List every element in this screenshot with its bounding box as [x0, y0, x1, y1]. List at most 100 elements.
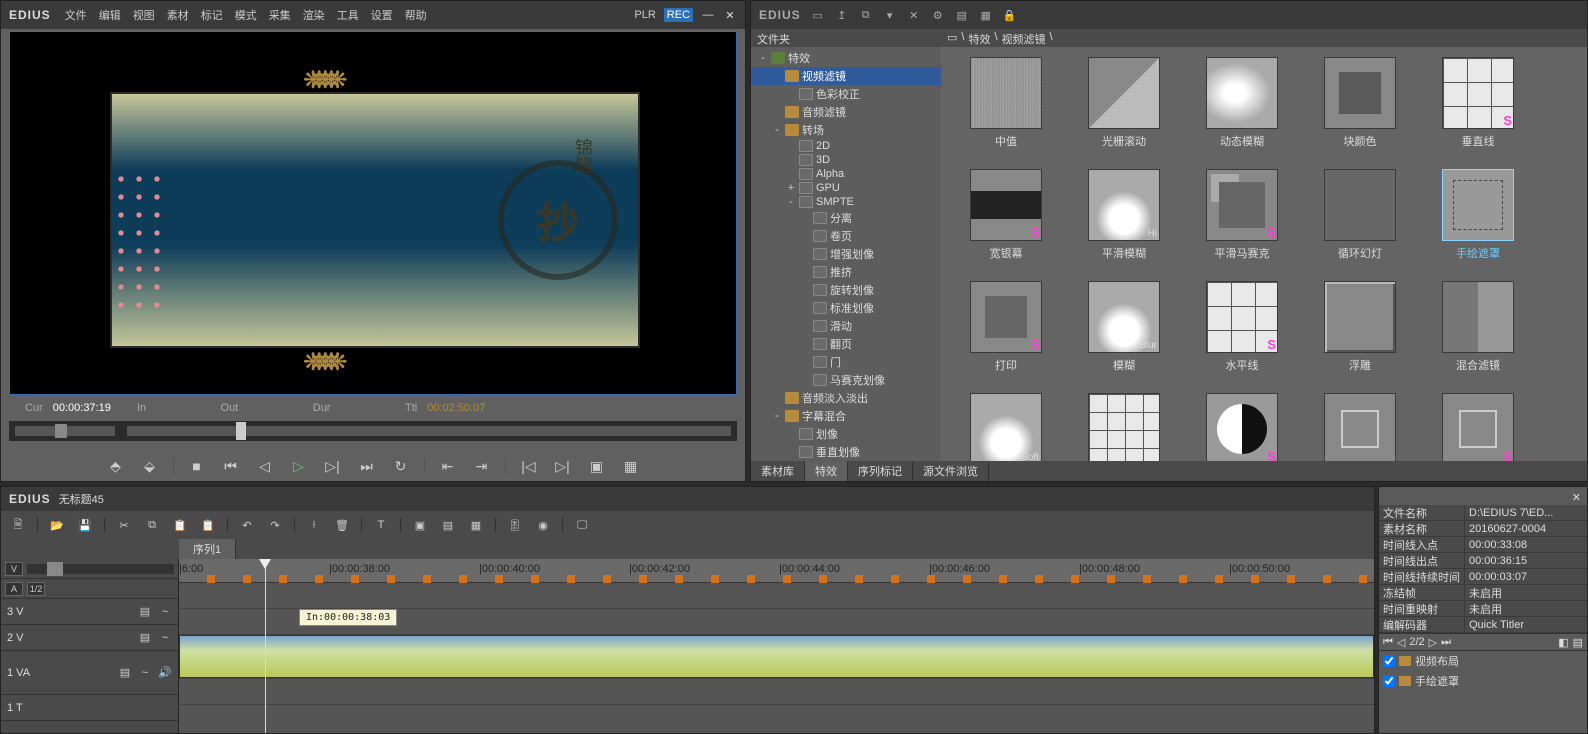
effect-item[interactable]: Soft焦点柔化	[951, 393, 1061, 461]
pager-last[interactable]: ⏭	[1441, 636, 1451, 649]
goto-out-button[interactable]: ⇥	[471, 455, 493, 477]
split-icon[interactable]: ⟊	[305, 516, 323, 534]
scrub-bar[interactable]	[9, 421, 737, 441]
tree-item[interactable]: 视频滤镜	[751, 67, 941, 85]
monitor-icon[interactable]: 🖵	[573, 516, 591, 534]
delete-icon[interactable]: ✕	[907, 8, 921, 22]
paste2-icon[interactable]: 📋	[199, 516, 217, 534]
effect-item[interactable]: 浮雕	[1305, 281, 1415, 387]
loop-button[interactable]: ↻	[390, 455, 412, 477]
tree-item[interactable]: 推挤	[751, 263, 941, 281]
timeline-track[interactable]	[179, 583, 1374, 609]
dropdown-icon[interactable]: ▾	[883, 8, 897, 22]
effect-item[interactable]: S水平线	[1187, 281, 1297, 387]
effects-breadcrumb[interactable]: ▭ \特效 \视频滤镜\	[941, 29, 1587, 47]
effect-item[interactable]: 循环幻灯	[1305, 169, 1415, 275]
menu-视图[interactable]: 视图	[133, 10, 155, 22]
menu-渲染[interactable]: 渲染	[303, 10, 325, 22]
fx-tab[interactable]: 素材库	[751, 461, 805, 481]
lock-icon[interactable]: 🔒	[1003, 8, 1017, 22]
view-icon[interactable]: ▤	[955, 8, 969, 22]
effects-grid[interactable]: 中值光栅滚动动态模糊块颜色S垂直线S宽银幕Hi平滑模糊S平滑马赛克循环幻灯手绘遮…	[941, 47, 1587, 461]
track-header[interactable]: 1 VA▤~🔊	[1, 651, 178, 695]
effect-item[interactable]: S移除Alpha通道	[1187, 393, 1297, 461]
up-icon[interactable]: ↥	[835, 8, 849, 22]
pager-opt1[interactable]: ◧	[1558, 636, 1568, 649]
tree-item[interactable]: -字幕混合	[751, 407, 941, 425]
mixer-icon[interactable]: 🎚	[506, 516, 524, 534]
tree-item[interactable]: 垂直划像	[751, 443, 941, 461]
effects-tree[interactable]: -特效视频滤镜色彩校正音频滤镜-转场2D3DAlpha+GPU-SMPTE分离卷…	[751, 47, 941, 461]
fx-tab[interactable]: 源文件浏览	[913, 461, 989, 481]
pager-first[interactable]: ⏮	[1383, 636, 1393, 649]
menu-采集[interactable]: 采集	[269, 10, 291, 22]
menu-标记[interactable]: 标记	[201, 10, 223, 22]
insert-button[interactable]: ▣	[586, 455, 608, 477]
sequence-tab[interactable]: 序列1	[179, 539, 236, 559]
tool2-icon[interactable]: ▤	[439, 516, 457, 534]
effect-item[interactable]: Hi平滑模糊	[1069, 169, 1179, 275]
effect-item[interactable]: Blur模糊	[1069, 281, 1179, 387]
pager-next[interactable]: ▷	[1429, 636, 1437, 649]
mark-in-button[interactable]: ⬘	[105, 455, 127, 477]
effect-item[interactable]: 混合滤镜	[1423, 281, 1533, 387]
menu-文件[interactable]: 文件	[65, 10, 87, 22]
info-close-button[interactable]: ✕	[1572, 491, 1581, 504]
tree-item[interactable]: 滑动	[751, 317, 941, 335]
rewind-button[interactable]: ⏮	[220, 455, 242, 477]
menu-模式[interactable]: 模式	[235, 10, 257, 22]
timeline-ruler[interactable]: |6:00|00:00:38:00|00:00:40:00|00:00:42:0…	[179, 559, 1374, 583]
ffwd-button[interactable]: ⏭	[356, 455, 378, 477]
stop-button[interactable]: ■	[186, 455, 208, 477]
audio-toggle[interactable]: A	[5, 582, 23, 596]
tree-item[interactable]: +GPU	[751, 181, 941, 195]
tree-item[interactable]: 色彩校正	[751, 85, 941, 103]
next-edit-button[interactable]: ▷|	[552, 455, 574, 477]
timeline-track[interactable]	[179, 635, 1374, 679]
info-checkbox[interactable]: 手绘遮罩	[1379, 671, 1587, 691]
pager-prev[interactable]: ◁	[1397, 636, 1405, 649]
settings-icon[interactable]: ⚙	[931, 8, 945, 22]
close-button[interactable]: ✕	[723, 8, 737, 22]
new-icon[interactable]: 🗎	[9, 516, 27, 534]
tree-item[interactable]: -转场	[751, 121, 941, 139]
color-icon[interactable]: ◉	[534, 516, 552, 534]
effect-item[interactable]: S垂直线	[1423, 57, 1533, 163]
undo-icon[interactable]: ↶	[238, 516, 256, 534]
track-icon[interactable]: ~	[138, 667, 152, 679]
effect-item[interactable]: 稳定器	[1305, 393, 1415, 461]
tree-item[interactable]: Alpha	[751, 167, 941, 181]
timeline-area[interactable]: |6:00|00:00:38:00|00:00:40:00|00:00:42:0…	[179, 559, 1374, 733]
track-icon[interactable]: ~	[158, 606, 172, 618]
tree-item[interactable]: 划像	[751, 425, 941, 443]
fx-tab[interactable]: 序列标记	[848, 461, 913, 481]
tree-item[interactable]: 分离	[751, 209, 941, 227]
copy-icon[interactable]: ⧉	[143, 516, 161, 534]
cut-icon[interactable]: ✂	[115, 516, 133, 534]
tool1-icon[interactable]: ▣	[411, 516, 429, 534]
fx-tab[interactable]: 特效	[805, 461, 848, 481]
track-icon[interactable]: ~	[158, 632, 172, 644]
track-header[interactable]: 3 V▤~	[1, 599, 178, 625]
menu-设置[interactable]: 设置	[371, 10, 393, 22]
play-button[interactable]: ▷	[288, 455, 310, 477]
ch-toggle[interactable]: 1/2	[27, 582, 45, 596]
zoom-slider[interactable]	[15, 426, 115, 436]
tree-icon[interactable]: ⧉	[859, 8, 873, 22]
track-header[interactable]: 2 V▤~	[1, 625, 178, 651]
menu-素材[interactable]: 素材	[167, 10, 189, 22]
goto-in-button[interactable]: ⇤	[437, 455, 459, 477]
menu-工具[interactable]: 工具	[337, 10, 359, 22]
step-back-button[interactable]: ◁	[254, 455, 276, 477]
info-checkbox[interactable]: 视频布局	[1379, 651, 1587, 671]
effect-item[interactable]: 块颜色	[1305, 57, 1415, 163]
minimize-button[interactable]: —	[701, 8, 715, 22]
preview-viewport[interactable]: ❋❋❋❋❋ 锦鲤 抄 ❋❋❋❋❋	[9, 31, 737, 395]
effect-item[interactable]: S稳定器和果冻...	[1423, 393, 1533, 461]
effect-item[interactable]: 光栅滚动	[1069, 57, 1179, 163]
track-icon[interactable]: 🔊	[158, 666, 172, 679]
effect-item[interactable]: 手绘遮罩	[1423, 169, 1533, 275]
folder-icon[interactable]: ▭	[811, 8, 825, 22]
playhead[interactable]	[265, 559, 266, 733]
effect-item[interactable]: 动态模糊	[1187, 57, 1297, 163]
